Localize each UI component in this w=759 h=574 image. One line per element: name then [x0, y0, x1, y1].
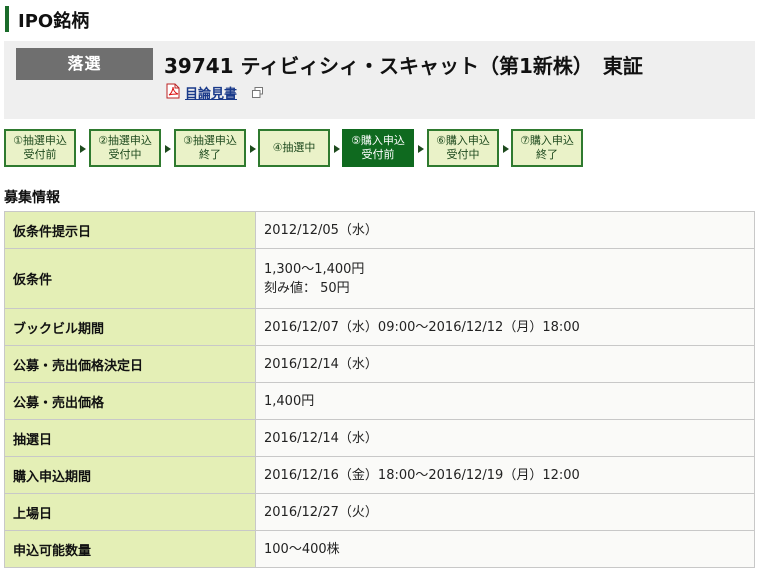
status-badge: 落選 — [16, 48, 153, 80]
table-row: 仮条件提示日 2012/12/05（水） — [4, 211, 755, 249]
table-row: 抽選日 2016/12/14（水） — [4, 419, 755, 457]
page-title: IPO銘柄 — [18, 11, 90, 32]
step-1: ①抽選申込 受付前 — [4, 129, 76, 167]
step-arrow-icon — [503, 145, 509, 153]
table-row: 公募・売出価格決定日 2016/12/14（水） — [4, 345, 755, 383]
row-label: 購入申込期間 — [4, 456, 256, 494]
row-value: 2016/12/14（水） — [255, 419, 755, 457]
step-7: ⑦購入申込 終了 — [511, 129, 583, 167]
stock-summary-panel: 落選 39741 ティビィシィ・スキャット（第1新株） 東証 目論見書 — [4, 41, 755, 119]
page-header: IPO銘柄 — [5, 6, 754, 32]
table-row: 仮条件 1,300～1,400円 刻み値： 50円 — [4, 248, 755, 309]
row-label: 仮条件提示日 — [4, 211, 256, 249]
section-title: 募集情報 — [4, 190, 60, 206]
row-value: 1,400円 — [255, 382, 755, 420]
step-5-active: ⑤購入申込 受付前 — [342, 129, 414, 167]
row-label: 申込可能数量 — [4, 530, 256, 568]
row-label: 上場日 — [4, 493, 256, 531]
row-value: 2016/12/07（水）09:00～2016/12/12（月）18:00 — [255, 308, 755, 346]
table-row: 公募・売出価格 1,400円 — [4, 382, 755, 420]
step-arrow-icon — [418, 145, 424, 153]
step-6: ⑥購入申込 受付中 — [427, 129, 499, 167]
row-label: ブックビル期間 — [4, 308, 256, 346]
step-4: ④抽選中 — [258, 129, 330, 167]
row-label: 公募・売出価格決定日 — [4, 345, 256, 383]
table-row: 上場日 2016/12/27（火） — [4, 493, 755, 531]
table-row: ブックビル期間 2016/12/07（水）09:00～2016/12/12（月）… — [4, 308, 755, 346]
row-label: 仮条件 — [4, 248, 256, 309]
step-arrow-icon — [250, 145, 256, 153]
offering-info-table: 仮条件提示日 2012/12/05（水） 仮条件 1,300～1,400円 刻み… — [4, 211, 755, 568]
row-value: 2012/12/05（水） — [255, 211, 755, 249]
row-value: 100～400株 — [255, 530, 755, 568]
row-value: 2016/12/27（火） — [255, 493, 755, 531]
row-label: 抽選日 — [4, 419, 256, 457]
row-value: 2016/12/14（水） — [255, 345, 755, 383]
row-value: 2016/12/16（金）18:00～2016/12/19（月）12:00 — [255, 456, 755, 494]
prospectus-link[interactable]: 目論見書 — [185, 83, 237, 102]
step-arrow-icon — [334, 145, 340, 153]
step-arrow-icon — [165, 145, 171, 153]
table-row: 申込可能数量 100～400株 — [4, 530, 755, 568]
row-label: 公募・売出価格 — [4, 382, 256, 420]
step-3: ③抽選申込 終了 — [174, 129, 246, 167]
external-window-icon[interactable] — [252, 87, 263, 98]
table-row: 購入申込期間 2016/12/16（金）18:00～2016/12/19（月）1… — [4, 456, 755, 494]
step-2: ②抽選申込 受付中 — [89, 129, 161, 167]
row-value: 1,300～1,400円 刻み値： 50円 — [255, 248, 755, 309]
stock-title: 39741 ティビィシィ・スキャット（第1新株） 東証 — [164, 54, 643, 78]
step-arrow-icon — [80, 145, 86, 153]
pdf-icon — [166, 83, 180, 99]
